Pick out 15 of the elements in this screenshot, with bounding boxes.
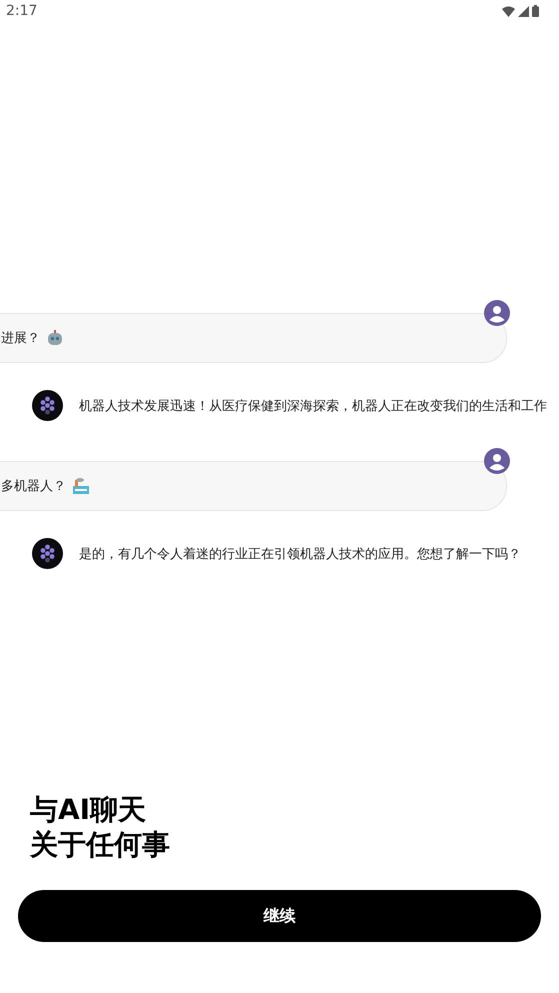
battery-icon	[532, 5, 539, 17]
message-text: 是的，有几个令人着迷的行业正在引领机器人技术的应用。您想了解一下吗？	[79, 546, 521, 562]
factory-icon	[72, 477, 90, 495]
continue-button[interactable]: 继续	[18, 890, 541, 942]
status-time: 2:17	[6, 3, 38, 19]
headline-text: 与AI聊天	[30, 792, 146, 827]
bot-avatar-icon	[32, 390, 63, 421]
message-text: 进展？	[1, 330, 40, 347]
headline-text: 关于任何事	[30, 827, 170, 862]
robot-icon	[46, 329, 64, 347]
bot-avatar-icon	[32, 538, 63, 569]
message-text: 机器人技术发展迅速！从医疗保健到深海探索，机器人正在改变我们的生活和工作	[79, 398, 547, 414]
message-text: 多机器人？	[1, 478, 66, 495]
wifi-icon	[502, 6, 515, 16]
signal-icon	[518, 6, 529, 16]
